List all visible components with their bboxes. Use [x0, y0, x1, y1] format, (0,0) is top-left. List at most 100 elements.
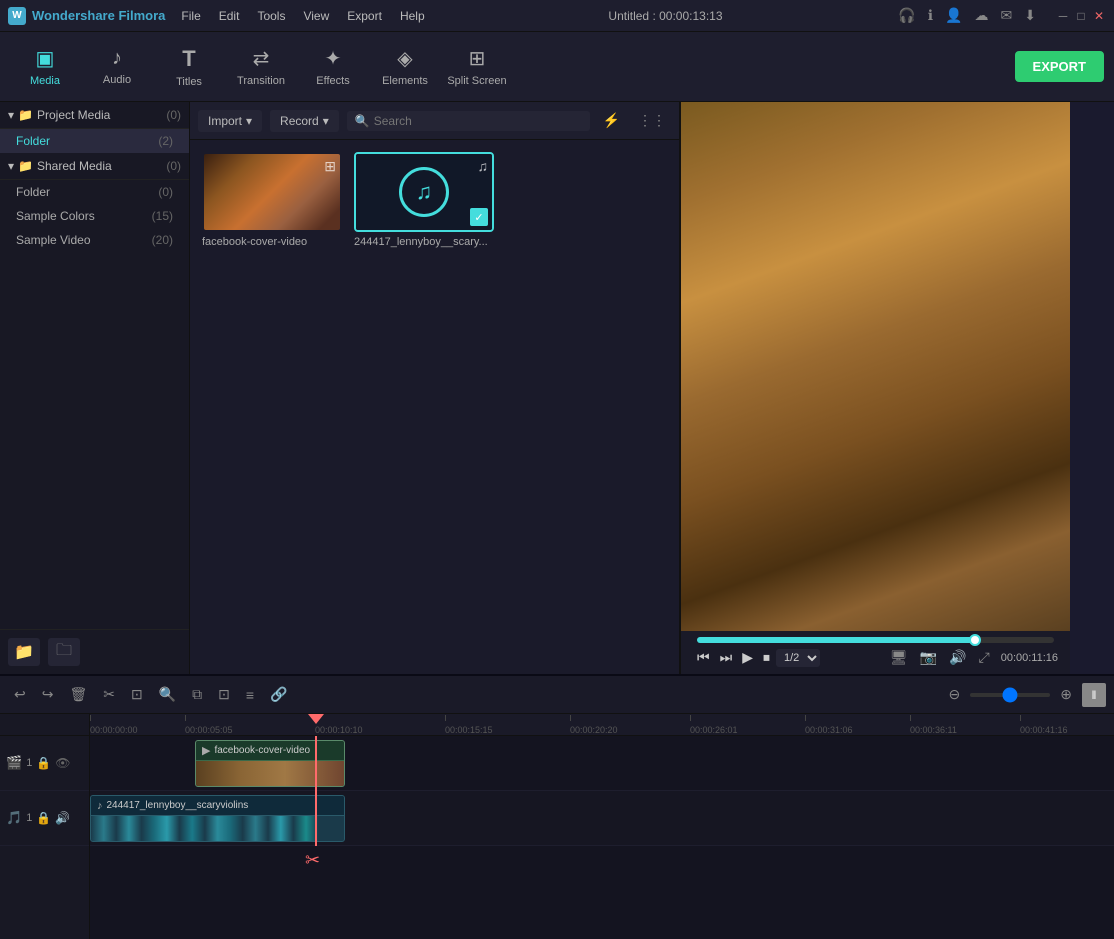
audio-clip-label-text: 244417_lennyboy__scaryviolins — [107, 800, 249, 811]
titles-icon: T — [182, 46, 195, 72]
minimize-button[interactable]: ─ — [1056, 9, 1070, 23]
volume-button[interactable]: 🔊 — [944, 647, 971, 668]
delete-button[interactable]: 🗑 — [63, 683, 93, 706]
audio-clip-header: ♪ 244417_lennyboy__scaryviolins — [91, 796, 344, 816]
fullscreen-button[interactable]: ⤢ — [974, 647, 995, 668]
download-icon[interactable]: ⬇ — [1024, 7, 1036, 24]
grid-options-button[interactable]: ⋮⋮ — [633, 109, 671, 132]
sidebar: ▾ 📁 Project Media (0) Folder (2) ▾ 📁 Sha… — [0, 102, 190, 674]
audio-waveform — [91, 816, 344, 842]
sidebar-item-folder[interactable]: Folder (2) — [0, 129, 189, 153]
media-item-audio-label: 244417_lennyboy__scary... — [354, 236, 494, 248]
cut-button[interactable]: ✂ — [97, 683, 121, 706]
chevron-icon-2: ▾ — [323, 114, 329, 128]
sidebar-item-shared-folder[interactable]: Folder (0) — [0, 180, 189, 204]
media-thumb-audio: ♫ ♫ ✓ — [354, 152, 494, 232]
audio-lock-button[interactable]: 🔒 — [36, 811, 51, 825]
music-icon: ♫ — [478, 158, 489, 174]
toolbar-audio-label: Audio — [103, 74, 131, 86]
export-button[interactable]: EXPORT — [1015, 51, 1104, 82]
add-folder-button[interactable]: 📁 — [8, 638, 40, 666]
undo-button[interactable]: ↩ — [8, 683, 32, 706]
progress-bar[interactable] — [697, 637, 1054, 643]
track-eye-button[interactable]: 👁 — [55, 756, 70, 770]
zoom-in-button[interactable]: ⊕ — [1054, 683, 1078, 706]
account-icon[interactable]: 👤 — [945, 7, 962, 24]
cloud-icon[interactable]: ☁ — [975, 7, 989, 24]
ruler-tick-1: 00:00:05:05 — [185, 725, 233, 735]
zoom-out-button[interactable]: ⊖ — [943, 683, 967, 706]
sidebar-item-sample-colors[interactable]: Sample Colors (15) — [0, 204, 189, 228]
main-area: ▾ 📁 Project Media (0) Folder (2) ▾ 📁 Sha… — [0, 102, 1114, 674]
section-count-2: (0) — [166, 159, 181, 173]
redo-button[interactable]: ↪ — [36, 683, 60, 706]
menu-view[interactable]: View — [295, 7, 337, 25]
menu-export[interactable]: Export — [339, 7, 390, 25]
add-file-button[interactable]: 🗀 — [48, 638, 80, 666]
link-button[interactable]: 🔗 — [264, 683, 293, 706]
media-item-audio[interactable]: ♫ ♫ ✓ 244417_lennyboy__scary... — [354, 152, 494, 248]
zoom-slider[interactable] — [970, 693, 1050, 697]
timeline-pause-button[interactable]: ‖ — [1082, 683, 1106, 707]
maximize-button[interactable]: □ — [1074, 9, 1088, 23]
preview-waterfall-image — [681, 102, 1070, 631]
toolbar-transition[interactable]: ⇄ Transition — [226, 37, 296, 97]
progress-handle[interactable] — [969, 634, 981, 646]
crop-button[interactable]: ⊡ — [125, 683, 149, 706]
scissors-icon: ✂ — [305, 850, 320, 871]
track-lock-button[interactable]: 🔒 — [36, 756, 51, 770]
adjust-button[interactable]: ⊡ — [212, 683, 236, 706]
track-labels: 🎬 1 🔒 👁 🎵 1 🔒 🔊 — [0, 714, 90, 939]
import-button[interactable]: Import ▾ — [198, 110, 262, 132]
timeline-tracks: 00:00:00:00 00:00:05:05 00:00:10:10 00:0… — [90, 714, 1114, 939]
headphone-icon[interactable]: 🎧 — [898, 7, 915, 24]
transition-icon: ⇄ — [253, 46, 270, 71]
audio-track-icon: 🎵 — [6, 810, 22, 826]
speed-select[interactable]: 1/2 — [776, 649, 820, 667]
section-count: (0) — [166, 108, 181, 122]
menu-help[interactable]: Help — [392, 7, 433, 25]
media-item-video[interactable]: ⊞ facebook-cover-video — [202, 152, 342, 248]
step-back-button[interactable]: ⏮ — [693, 647, 714, 668]
menu-edit[interactable]: Edit — [211, 7, 248, 25]
ruler-tick-2: 00:00:10:10 — [315, 725, 363, 735]
video-track-icon: 🎬 — [6, 755, 22, 771]
search-box: 🔍 — [347, 111, 590, 131]
preview-panel: ⏮ ⏭ ▶ ⏹ 1/2 🖥 📷 🔊 ⤢ 00:00:11:16 — [680, 102, 1070, 674]
toolbar-effects[interactable]: ✦ Effects — [298, 37, 368, 97]
filter-button[interactable]: ⚡ — [598, 109, 625, 132]
screenshot-button[interactable]: 📷 — [915, 647, 942, 668]
record-button[interactable]: Record ▾ — [270, 110, 339, 132]
mail-icon[interactable]: ✉ — [1001, 7, 1013, 24]
sidebar-section-project-media[interactable]: ▾ 📁 Project Media (0) — [0, 102, 189, 129]
stop-button[interactable]: ⏹ — [759, 647, 774, 668]
video-clip[interactable]: ▶ facebook-cover-video — [195, 740, 345, 787]
toolbar-elements[interactable]: ◈ Elements — [370, 37, 440, 97]
sidebar-item-sample-video[interactable]: Sample Video (20) — [0, 228, 189, 252]
overlay-button[interactable]: ⧉ — [186, 683, 208, 706]
toolbar-media[interactable]: ▣ Media — [10, 37, 80, 97]
toolbar-titles[interactable]: T Titles — [154, 37, 224, 97]
titlebar-left: W Wondershare Filmora File Edit Tools Vi… — [8, 7, 433, 25]
window-controls: ─ □ ✕ — [1056, 9, 1106, 23]
zoom-button[interactable]: 🔍 — [153, 683, 182, 706]
toolbar-splitscreen[interactable]: ⊞ Split Screen — [442, 37, 512, 97]
audio-volume-button[interactable]: 🔊 — [55, 811, 70, 825]
settings-button[interactable]: ≡ — [240, 684, 260, 706]
menu-tools[interactable]: Tools — [249, 7, 293, 25]
toolbar-audio[interactable]: ♪ Audio — [82, 37, 152, 97]
media-item-video-label: facebook-cover-video — [202, 236, 342, 248]
search-input[interactable] — [374, 114, 582, 128]
play-button[interactable]: ▶ — [738, 647, 757, 668]
menu-file[interactable]: File — [173, 7, 208, 25]
step-forward-button[interactable]: ⏭ — [716, 647, 737, 668]
close-button[interactable]: ✕ — [1092, 9, 1106, 23]
sidebar-section-shared-media[interactable]: ▾ 📁 Shared Media (0) — [0, 153, 189, 180]
audio-clip[interactable]: ♪ 244417_lennyboy__scaryviolins — [90, 795, 345, 842]
preview-screen-button[interactable]: 🖥 — [885, 647, 913, 668]
playhead[interactable]: ✂ — [315, 736, 317, 846]
media-icon: ▣ — [36, 46, 55, 71]
ruler-tick-0: 00:00:00:00 — [90, 725, 138, 735]
info-icon[interactable]: ℹ — [928, 7, 933, 24]
timeline: ↩ ↪ 🗑 ✂ ⊡ 🔍 ⧉ ⊡ ≡ 🔗 ⊖ ⊕ ‖ 🎬 1 🔒 👁 🎵 — [0, 674, 1114, 939]
